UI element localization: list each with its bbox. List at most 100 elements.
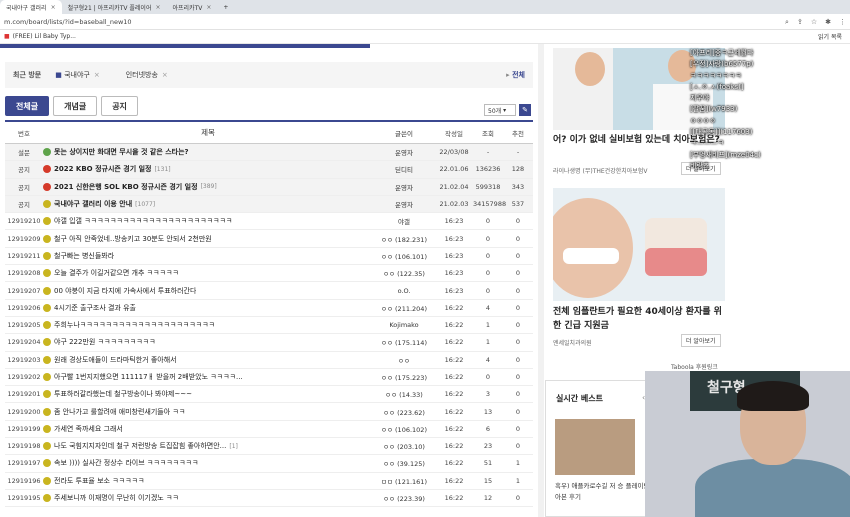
row-title-cell[interactable]: 가세연 족까세요 그래서 [43, 424, 373, 434]
row-title[interactable]: 아구빨 1번지지했으면 111117ㅐ 받을꺼 2배받았노 ㅋㅋㅋㅋ... [54, 372, 243, 382]
row-title-cell[interactable]: 철구 아직 안죽었네..방송키고 30분도 안되서 2천만원 [43, 234, 373, 244]
zoom-icon[interactable]: ⌕ [785, 18, 789, 27]
tab-active[interactable]: 국내야구 갤러리 × [0, 0, 62, 14]
taboola-label[interactable]: Taboola 후원링크 [671, 362, 718, 371]
recent-item[interactable]: 인터넷방송 × [126, 70, 168, 80]
row-title-cell[interactable]: 국내야구 갤러리 이용 안내 [1077] [43, 199, 373, 209]
row-title[interactable]: 4시기준 출구조사 결과 유출 [54, 303, 136, 313]
row-title-cell[interactable]: 4시기준 출구조사 결과 유출 [43, 303, 373, 313]
row-writer[interactable]: ㅇㅇ (182.231) [373, 234, 435, 244]
table-row[interactable]: 12919195 주세보니까 이재명이 무난히 이기겠노 ㅋㅋ ㅇㅇ (223.39… [5, 490, 533, 508]
row-title[interactable]: 00 야붕이 지금 타지에 가속사에서 투표하러간다 [54, 286, 196, 296]
row-title[interactable]: 야갤 입갤 ㅋㅋㅋㅋㅋㅋㅋㅋㅋㅋㅋㅋㅋㅋㅋㅋㅋㅋㅋㅋㅋㅋㅋ [54, 216, 232, 226]
table-row[interactable]: 12919209 철구 아직 안죽었네..방송키고 30분도 안되서 2천만원 ㅇㅇ… [5, 230, 533, 248]
row-writer[interactable]: 운영자 [373, 199, 435, 209]
row-title[interactable]: 못는 상이지만 화대면 무시을 것 같은 스타는? [54, 147, 189, 157]
row-title[interactable]: 전라도 투표율 보소 ㅋㅋㅋㅋㅋ [54, 476, 144, 486]
row-title-cell[interactable]: 00 야붕이 지금 타지에 가속사에서 투표하러간다 [43, 286, 373, 296]
table-row[interactable]: 12919201 투표하러갈라했는데 철구방송이나 봐야제~~~ ㅇㅇ (14.33… [5, 386, 533, 404]
table-row[interactable]: 12919200 좀 안나가고 룰할려애 애미창련새기들아 ㅋㅋ ㅇㅇ (223.6… [5, 403, 533, 421]
row-title-cell[interactable]: 좀 안나가고 룰할려애 애미창련새기들아 ㅋㅋ [43, 407, 373, 417]
row-writer[interactable]: ㅇㅇ (223.39) [373, 493, 435, 503]
row-writer[interactable]: ㅇㅇ (175.223) [373, 372, 435, 382]
row-writer[interactable]: 운영자 [373, 147, 435, 157]
close-icon[interactable]: × [206, 4, 211, 11]
row-writer[interactable]: ㅇㅇ (122.35) [373, 268, 435, 278]
row-writer[interactable]: ㅇㅇ (203.10) [373, 441, 435, 451]
tab-concept-posts[interactable]: 개념글 [53, 96, 98, 116]
tab-afreeca[interactable]: 아프리카TV × [167, 0, 218, 14]
table-row[interactable]: 공지 2022 KBO 정규시즌 경기 일정 [131] 딛디티 22.01.06 136… [5, 161, 533, 179]
row-title[interactable]: 주세보니까 이재명이 무난히 이기겠노 ㅋㅋ [54, 493, 179, 503]
row-title-cell[interactable]: 나도 국힘지지자인데 철구 저런방송 트집잡힘 좋아하면안... [1] [43, 441, 373, 451]
table-row[interactable]: 12919207 00 야붕이 지금 타지에 가속사에서 투표하러간다 o.O. 16… [5, 282, 533, 300]
row-title-cell[interactable]: 전라도 투표율 보소 ㅋㅋㅋㅋㅋ [43, 476, 373, 486]
table-row[interactable]: 공지 2021 신한은행 SOL KBO 정규시즌 경기 일정 [389] 운영자 21… [5, 178, 533, 196]
ad-title-2[interactable]: 전체 임플란트가 필요한 40세이상 환자를 위한 긴급 지원금 [553, 305, 728, 333]
table-row[interactable]: 12919197 속보 )))) 실사간 정상수 라이브 ㅋㅋㅋㅋㅋㅋㅋㅋ ㅇㅇ (… [5, 455, 533, 473]
table-row[interactable]: 12919208 오늘 결주가 이길거같으면 개추 ㅋㅋㅋㅋㅋ ㅇㅇ (122.35… [5, 265, 533, 283]
row-title-cell[interactable]: 투표하러갈라했는데 철구방송이나 봐야제~~~ [43, 389, 373, 399]
row-writer[interactable]: ㅇㅇ (106.102) [373, 424, 435, 434]
table-row[interactable]: 설문 못는 상이지만 화대면 무시을 것 같은 스타는? 운영자 22/03/08 - - [5, 144, 533, 162]
close-icon[interactable]: × [162, 71, 168, 79]
table-row[interactable]: 12919202 아구빨 1번지지했으면 111117ㅐ 받을꺼 2배받았노 ㅋㅋ… [5, 369, 533, 387]
row-title[interactable]: 원래 경상도애들이 드라마틱한거 좋아해서 [54, 355, 177, 365]
comment-count[interactable]: [1077] [135, 201, 155, 208]
comment-count[interactable]: [389] [201, 183, 217, 190]
row-writer[interactable]: ㅇㅇ (211.204) [373, 303, 435, 313]
row-title[interactable]: 오늘 결주가 이길거같으면 개추 ㅋㅋㅋㅋㅋ [54, 268, 179, 278]
ad-image-2[interactable] [553, 188, 725, 301]
row-title-cell[interactable]: 야구 222만원 ㅋㅋㅋㅋㅋㅋㅋㅋㅋ [43, 337, 373, 347]
row-writer[interactable]: Kojimako [373, 321, 435, 329]
row-title-cell[interactable]: 2021 신한은행 SOL KBO 정규시즌 경기 일정 [389] [43, 182, 373, 192]
comment-count[interactable]: [1] [229, 443, 238, 450]
row-title[interactable]: 야구 222만원 ㅋㅋㅋㅋㅋㅋㅋㅋㅋ [54, 337, 156, 347]
row-title[interactable]: 좀 안나가고 룰할려애 애미창련새기들아 ㅋㅋ [54, 407, 185, 417]
write-pencil-icon[interactable]: ✎ [519, 104, 531, 116]
row-writer[interactable]: ㅇㅇ (223.62) [373, 407, 435, 417]
table-row[interactable]: 12919198 나도 국힘지지자인데 철구 저런방송 트집잡힘 좋아하면안...… [5, 438, 533, 456]
table-row[interactable]: 12919206 4시기준 출구조사 결과 유출 ㅇㅇ (211.204) 16:22… [5, 300, 533, 317]
table-row[interactable]: 12919210 야갤 입갤 ㅋㅋㅋㅋㅋㅋㅋㅋㅋㅋㅋㅋㅋㅋㅋㅋㅋㅋㅋㅋㅋㅋㅋ 야갤 1… [5, 213, 533, 231]
row-writer[interactable]: 야갤 [373, 216, 435, 226]
row-title-cell[interactable]: 2022 KBO 정규시즌 경기 일정 [131] [43, 164, 373, 174]
row-writer[interactable]: ㅇㅇ (175.114) [373, 337, 435, 347]
row-title-cell[interactable]: 원래 경상도애들이 드라마틱한거 좋아해서 [43, 355, 373, 365]
row-title[interactable]: 투표하러갈라했는데 철구방송이나 봐야제~~~ [54, 389, 192, 399]
table-row[interactable]: 12919204 야구 222만원 ㅋㅋㅋㅋㅋㅋㅋㅋㅋ ㅇㅇ (175.114) 16… [5, 334, 533, 352]
close-icon[interactable]: × [94, 71, 100, 79]
tab-all-posts[interactable]: 전체글 [5, 96, 50, 116]
extensions-icon[interactable]: ✱ [825, 18, 831, 26]
close-icon[interactable]: × [155, 4, 160, 11]
menu-icon[interactable]: ⋮ [839, 18, 846, 26]
row-title[interactable]: 2021 신한은행 SOL KBO 정규시즌 경기 일정 [54, 182, 198, 192]
address-bar[interactable]: m.com/board/lists/?id=baseball_new10 [0, 14, 850, 30]
reading-list[interactable]: 읽기 목록 [818, 32, 842, 41]
url-text[interactable]: m.com/board/lists/?id=baseball_new10 [0, 18, 132, 26]
row-title-cell[interactable]: 주희누나ㅋㅋㅋㅋㅋㅋㅋㅋㅋㅋㅋㅋㅋㅋㅋㅋㅋㅋㅋㅋㅋ [43, 320, 373, 330]
row-title-cell[interactable]: 오늘 결주가 이길거같으면 개추 ㅋㅋㅋㅋㅋ [43, 268, 373, 278]
table-row[interactable]: 12919199 가세연 족까세요 그래서 ㅇㅇ (106.102) 16:22 6 0 [5, 421, 533, 439]
star-icon[interactable]: ☆ [811, 18, 817, 26]
row-title[interactable]: 철구빠는 병신들봐라 [54, 251, 114, 261]
row-title[interactable]: 나도 국힘지지자인데 철구 저런방송 트집잡힘 좋아하면안... [54, 441, 226, 451]
row-title-cell[interactable]: 주세보니까 이재명이 무난히 이기겠노 ㅋㅋ [43, 493, 373, 503]
row-writer[interactable]: 딛디티 [373, 164, 435, 174]
ad-more-button[interactable]: 더 알아보기 [681, 334, 721, 347]
row-title-cell[interactable]: 못는 상이지만 화대면 무시을 것 같은 스타는? [43, 147, 373, 157]
tab-player[interactable]: 철구형21 | 아프리카TV 플레이어 × [62, 0, 167, 14]
recent-all-link[interactable]: ▸ 전체 [506, 70, 525, 80]
table-row[interactable]: 공지 국내야구 갤러리 이용 안내 [1077] 운영자 21.02.03 3415798… [5, 195, 533, 214]
table-row[interactable]: 12919205 주희누나ㅋㅋㅋㅋㅋㅋㅋㅋㅋㅋㅋㅋㅋㅋㅋㅋㅋㅋㅋㅋㅋ Kojimak… [5, 317, 533, 335]
row-writer[interactable]: ㅇㅇ (39.125) [373, 458, 435, 468]
row-writer[interactable]: ㅇㅇ [373, 355, 435, 365]
row-title[interactable]: 주희누나ㅋㅋㅋㅋㅋㅋㅋㅋㅋㅋㅋㅋㅋㅋㅋㅋㅋㅋㅋㅋㅋ [54, 320, 215, 330]
comment-count[interactable]: [131] [154, 166, 170, 173]
table-row[interactable]: 12919196 전라도 투표율 보소 ㅋㅋㅋㅋㅋ ㅁㅁ (121.161) 16:2… [5, 473, 533, 490]
row-writer[interactable]: ㅁㅁ (121.161) [373, 476, 435, 486]
per-page-select[interactable]: 50개 ▾ [484, 104, 516, 116]
tab-notice[interactable]: 공지 [101, 96, 138, 116]
row-title[interactable]: 가세연 족까세요 그래서 [54, 424, 123, 434]
row-title[interactable]: 속보 )))) 실사간 정상수 라이브 ㅋㅋㅋㅋㅋㅋㅋㅋ [54, 458, 198, 468]
